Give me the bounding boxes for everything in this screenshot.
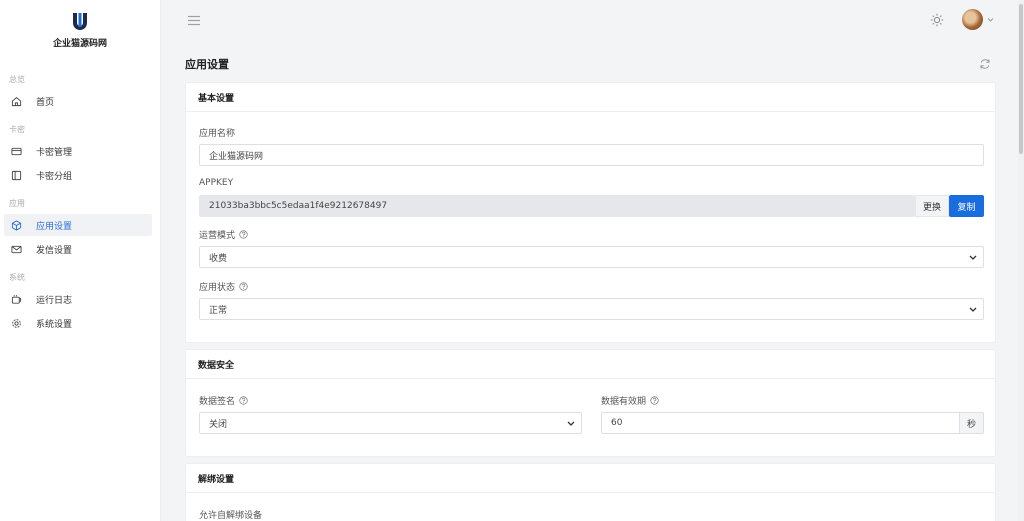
appkey-input[interactable]: 21033ba3bbc5c5edaa1f4e9212678497 — [199, 195, 915, 217]
sidebar-item-mail-settings[interactable]: 发信设置 — [4, 238, 152, 260]
mode-label: 运营模式 — [199, 228, 248, 241]
select-value: 关闭 — [209, 419, 228, 430]
sidebar-item-label: 应用设置 — [36, 221, 73, 232]
help-circle-icon[interactable] — [650, 396, 659, 405]
sign-label: 数据签名 — [199, 394, 248, 407]
topbar — [161, 0, 1018, 42]
expire-label: 数据有效期 — [601, 394, 659, 407]
brand-name: 企业猫源码网 — [52, 39, 107, 49]
sidebar-item-card-manage[interactable]: 卡密管理 — [4, 140, 152, 162]
sidebar-item-label: 卡密管理 — [36, 147, 73, 158]
chevron-down-icon — [969, 255, 977, 260]
sidebar-item-app-settings[interactable]: 应用设置 — [4, 214, 152, 236]
help-circle-icon[interactable] — [239, 230, 248, 239]
appkey-label: APPKEY — [199, 178, 233, 188]
select-value: 正常 — [209, 305, 228, 316]
brand[interactable]: 企业猫源码网 — [0, 0, 160, 62]
log-icon — [11, 294, 22, 305]
card-header: 解绑设置 — [186, 464, 995, 493]
label-text: APPKEY — [199, 178, 234, 188]
home-icon — [11, 96, 22, 107]
app-name-input[interactable]: 企业猫源码网 — [199, 144, 984, 166]
chevron-down-icon — [567, 421, 575, 426]
sign-select[interactable]: 关闭 — [199, 412, 582, 434]
page-scrollbar[interactable] — [1018, 0, 1024, 521]
data-security-card: 数据安全 数据签名 关闭 数据有效期 60 秒 — [185, 349, 996, 457]
sidebar-item-card-group[interactable]: 卡密分组 — [4, 164, 152, 186]
app-name-label: 应用名称 — [199, 126, 235, 139]
sidebar-item-label: 运行日志 — [36, 295, 73, 306]
expire-unit: 秒 — [960, 412, 984, 434]
sidebar-panel-icon — [11, 170, 22, 181]
sidebar-group-overview: 总览 — [9, 75, 25, 84]
self-unbind-label: 允许自解绑设备 — [199, 508, 262, 521]
page-title: 应用设置 — [185, 58, 229, 71]
label-text: 允许自解绑设备 — [199, 511, 263, 521]
label-text: 运营模式 — [199, 231, 236, 241]
label-text: 应用名称 — [199, 129, 236, 139]
sidebar-item-run-log[interactable]: 运行日志 — [4, 288, 152, 310]
chevron-down-icon[interactable] — [987, 16, 994, 23]
status-select[interactable]: 正常 — [199, 298, 984, 320]
sidebar-group-card: 卡密 — [9, 125, 25, 134]
cube-icon — [11, 219, 22, 231]
card-header: 数据安全 — [186, 350, 995, 379]
refresh-icon[interactable] — [979, 58, 991, 70]
scrollbar-thumb[interactable] — [1019, 4, 1023, 154]
unbind-settings-card: 解绑设置 允许自解绑设备 — [185, 463, 996, 521]
avatar[interactable] — [962, 9, 983, 30]
card-icon — [11, 146, 22, 157]
replace-appkey-button[interactable]: 更换 — [915, 195, 949, 217]
label-text: 数据签名 — [199, 397, 236, 407]
expire-input[interactable]: 60 — [601, 412, 960, 434]
sidebar-item-label: 首页 — [36, 97, 55, 108]
gear-icon — [11, 318, 22, 329]
card-header: 基本设置 — [186, 83, 995, 112]
help-circle-icon[interactable] — [239, 396, 248, 405]
sidebar-group-app: 应用 — [9, 199, 25, 208]
copy-appkey-button[interactable]: 复制 — [949, 195, 984, 217]
sidebar-item-system-settings[interactable]: 系统设置 — [4, 312, 152, 334]
brand-logo-icon — [73, 13, 87, 30]
sidebar-item-label: 系统设置 — [36, 319, 73, 330]
sidebar-item-label: 卡密分组 — [36, 171, 73, 182]
chevron-down-icon — [969, 307, 977, 312]
label-text: 应用状态 — [199, 283, 236, 293]
sidebar-item-label: 发信设置 — [36, 245, 73, 256]
mail-icon — [11, 244, 22, 255]
status-label: 应用状态 — [199, 280, 248, 293]
menu-toggle-icon[interactable] — [188, 15, 200, 26]
sidebar: 企业猫源码网 总览 首页 卡密 卡密管理 卡密分组 应用 应用设置 发信设置 系… — [0, 0, 161, 521]
select-value: 收费 — [209, 253, 228, 264]
help-circle-icon[interactable] — [239, 282, 248, 291]
mode-select[interactable]: 收费 — [199, 246, 984, 268]
label-text: 数据有效期 — [601, 397, 647, 407]
sidebar-item-home[interactable]: 首页 — [4, 90, 152, 112]
basic-settings-card: 基本设置 应用名称 企业猫源码网 APPKEY 21033ba3bbc5c5ed… — [185, 82, 996, 343]
sidebar-group-system: 系统 — [9, 273, 25, 282]
sun-icon[interactable] — [930, 13, 944, 27]
